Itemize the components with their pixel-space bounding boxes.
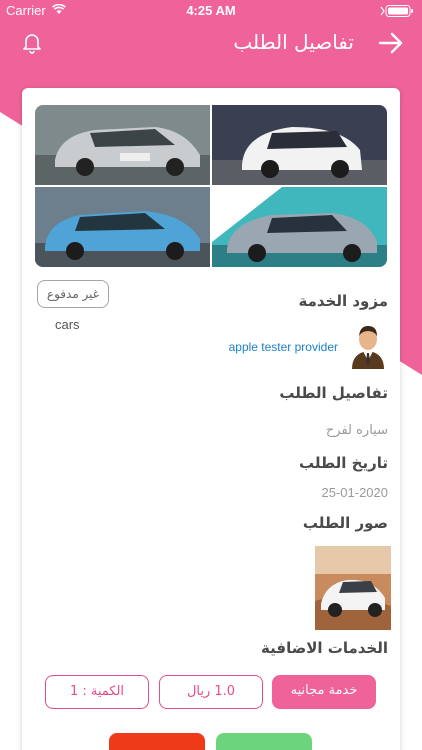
details-heading: تفاصيل الطلب [279,384,388,402]
car-photo-blue [35,187,210,267]
order-category: cars [55,317,80,332]
arrow-right-icon[interactable] [378,32,404,58]
provider-heading: مزود الخدمة [298,292,389,310]
order-image-thumbnail[interactable] [315,546,391,630]
navigation-bar: تفاصيل الطلب [0,22,422,66]
status-bar: Carrier 4:25 AM [0,0,422,22]
extras-heading: الخدمات الاضافية [261,639,388,657]
extra-service-price: 1.0 ريال [159,675,263,709]
images-heading: صور الطلب [302,514,388,532]
bell-icon[interactable] [22,32,42,58]
extra-service-quantity: الكمية : 1 [45,675,149,709]
car-photo-white [212,105,387,185]
provider-avatar [348,321,388,373]
car-photo-collage [35,105,387,267]
date-value: 25-01-2020 [321,485,389,500]
page-title: تفاصيل الطلب [233,30,354,54]
order-details-card: غير مدفوع cars مزود الخدمة apple tester … [22,88,400,750]
details-text: سياره لفرح [325,423,388,438]
reject-button[interactable] [109,733,205,750]
battery-icon [380,5,414,21]
car-photo-red [35,105,210,185]
car-photo-silver [212,187,387,267]
extra-service-name[interactable]: خدمة مجانيه [272,675,376,709]
payment-status-badge: غير مدفوع [37,280,109,308]
clock: 4:25 AM [186,3,236,18]
accept-button[interactable] [216,733,312,750]
date-heading: تاريخ الطلب [299,454,388,472]
provider-name-link[interactable]: apple tester provider [229,340,338,354]
